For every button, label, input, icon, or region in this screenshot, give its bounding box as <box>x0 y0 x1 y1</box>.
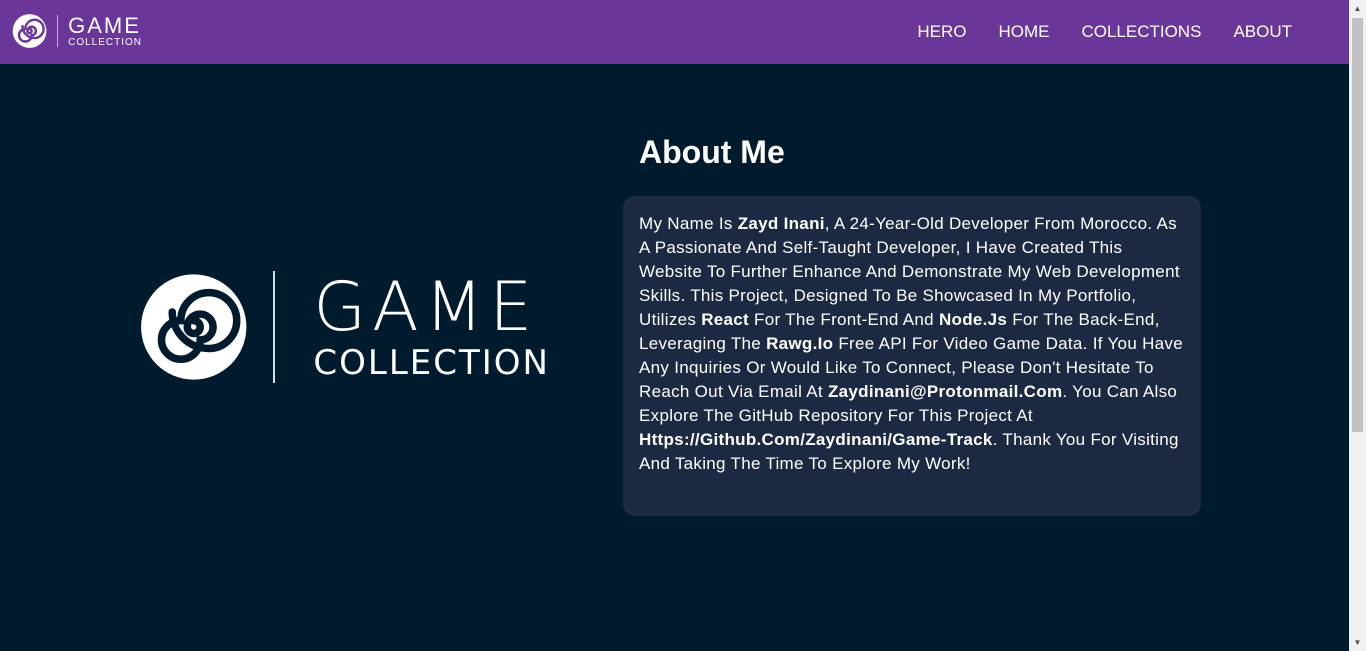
nav-link-about[interactable]: ABOUT <box>1233 22 1292 42</box>
scrollbar[interactable]: ▲ ▼ <box>1349 0 1366 651</box>
about-text-highlight: React <box>701 310 750 329</box>
nav-link-collections[interactable]: COLLECTIONS <box>1081 22 1201 42</box>
hero-logo-divider <box>273 271 276 383</box>
logo-divider <box>57 15 59 47</box>
about-text-highlight: Zaydinani@Protonmail.Com <box>827 382 1063 401</box>
scroll-down-icon[interactable]: ▼ <box>1349 634 1366 651</box>
spiral-icon <box>141 274 247 380</box>
spiral-icon <box>12 14 47 48</box>
logo-word-game: GAME <box>68 12 141 38</box>
about-text-highlight: Node.Js <box>938 310 1008 329</box>
scroll-up-icon[interactable]: ▲ <box>1349 0 1366 17</box>
about-text-highlight: Zayd Inani <box>737 214 825 233</box>
scrollbar-thumb[interactable] <box>1352 18 1363 432</box>
nav-links: HERO HOME COLLECTIONS ABOUT <box>917 0 1292 64</box>
hero-logo-word-collection: COLLECTION <box>313 343 550 383</box>
navbar: GAME COLLECTION HERO HOME COLLECTIONS AB… <box>0 0 1349 64</box>
nav-link-home[interactable]: HOME <box>998 22 1049 42</box>
nav-logo[interactable]: GAME COLLECTION <box>12 12 142 50</box>
hero-logo-wordmark: GAME COLLECTION <box>313 268 550 383</box>
about-text-highlight: Https://Github.Com/Zaydinani/Game-Track <box>639 430 993 449</box>
about-text-run: For The Front-End And <box>749 310 939 329</box>
logo-word-collection: COLLECTION <box>68 36 142 48</box>
about-title: About Me <box>639 134 785 170</box>
about-text: My Name Is Zayd Inani, A 24-Year-Old Dev… <box>639 212 1185 476</box>
hero-logo: GAME COLLECTION <box>140 268 550 386</box>
nav-link-hero[interactable]: HERO <box>917 22 966 42</box>
about-text-run: My Name Is <box>639 214 738 233</box>
logo-wordmark: GAME COLLECTION <box>68 12 142 48</box>
about-text-highlight: Rawg.Io <box>766 334 834 353</box>
about-card: My Name Is Zayd Inani, A 24-Year-Old Dev… <box>623 196 1201 516</box>
hero-logo-word-game: GAME <box>313 268 539 347</box>
